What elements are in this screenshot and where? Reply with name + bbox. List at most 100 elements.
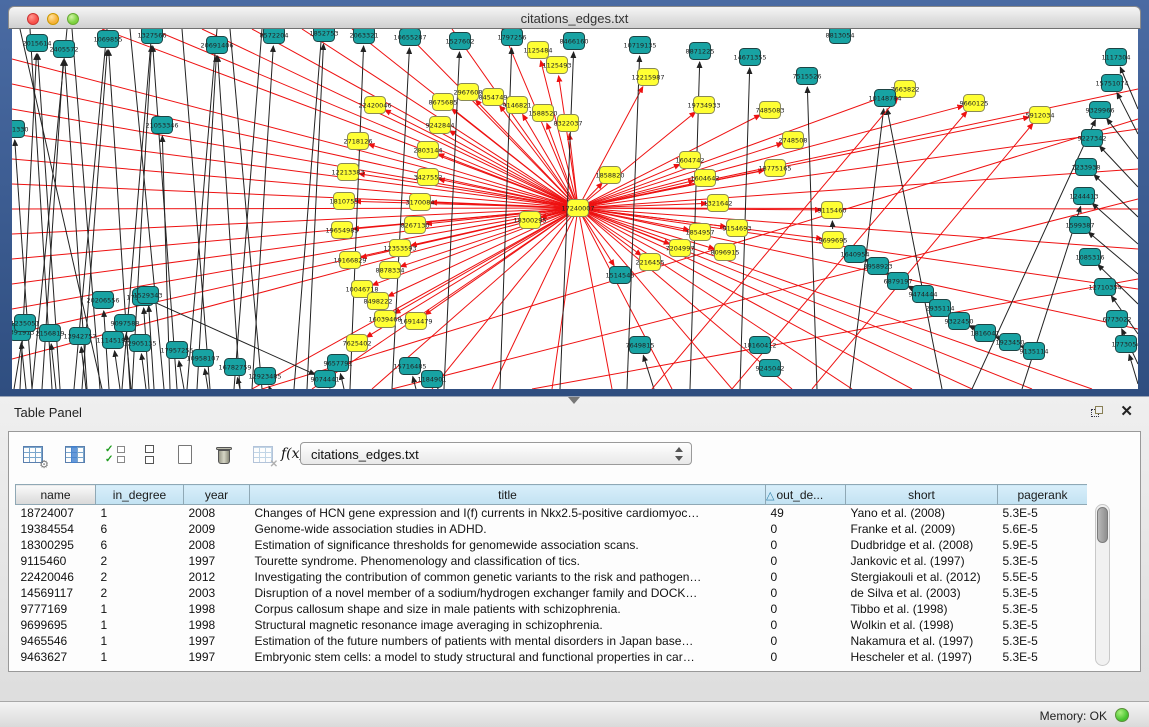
table-cell[interactable]: 2008 (184, 537, 250, 553)
vertical-scrollbar[interactable] (1095, 504, 1110, 666)
table-cell[interactable]: Genome-wide association studies in ADHD. (250, 521, 766, 537)
graph-node[interactable]: 9135114 (1020, 343, 1049, 360)
graph-node[interactable]: 1640954 (841, 246, 870, 263)
graph-node[interactable]: 1069855 (94, 31, 123, 48)
table-cell[interactable]: Investigating the contribution of common… (250, 569, 766, 585)
table-cell[interactable]: 0 (766, 617, 846, 633)
graph-node[interactable]: 1529343 (134, 287, 163, 304)
graph-node[interactable]: 1117304 (1102, 49, 1131, 66)
scrollbar-thumb[interactable] (1097, 507, 1108, 543)
graph-node[interactable]: 9699695 (819, 232, 848, 249)
table-row[interactable]: 1938455462009Genome-wide association stu… (16, 521, 1088, 537)
table-cell[interactable]: Embryonic stem cells: a model to study s… (250, 649, 766, 665)
table-cell[interactable]: Tourette syndrome. Phenomenology and cla… (250, 553, 766, 569)
table-cell[interactable]: 2 (96, 569, 184, 585)
graph-node[interactable]: 1854957 (686, 224, 715, 241)
table-cell[interactable]: Changes of HCN gene expression and I(f) … (250, 505, 766, 521)
graph-node[interactable]: 7625402 (343, 335, 372, 352)
table-cell[interactable]: Estimation of significance thresholds fo… (250, 537, 766, 553)
graph-node[interactable]: 1244413 (1070, 188, 1099, 205)
table-cell[interactable]: 2 (96, 585, 184, 601)
table-cell[interactable]: 18300295 (16, 537, 96, 553)
table-cell[interactable]: 0 (766, 521, 846, 537)
graph-node[interactable]: 8267130 (401, 217, 430, 234)
close-panel-icon[interactable]: ✕ (1120, 402, 1133, 420)
table-cell[interactable]: 0 (766, 585, 846, 601)
table-cell[interactable]: 5.3E-5 (998, 617, 1088, 633)
graph-node[interactable]: 3427552 (414, 169, 443, 186)
table-cell[interactable]: 18724007 (16, 505, 96, 521)
table-cell[interactable]: 14569117 (16, 585, 96, 601)
graph-node[interactable]: 1527602 (446, 33, 475, 50)
graph-node[interactable]: 6773022 (1103, 311, 1132, 328)
graph-node[interactable]: 9074441 (311, 371, 340, 388)
table-cell[interactable]: 6 (96, 537, 184, 553)
splitter-handle-icon[interactable] (568, 397, 580, 404)
graph-node[interactable]: 8572204 (260, 29, 289, 44)
float-panel-icon[interactable] (1091, 406, 1105, 418)
delete-rows-icon[interactable] (211, 442, 237, 468)
table-cell[interactable]: de Silva et al. (2003) (846, 585, 998, 601)
graph-node[interactable]: 8958923 (864, 258, 893, 275)
graph-node[interactable]: 8878334 (376, 262, 405, 279)
table-cell[interactable]: 6 (96, 521, 184, 537)
selection-mode-icon[interactable]: ✓✓ (103, 442, 129, 468)
table-cell[interactable]: 2009 (184, 521, 250, 537)
graph-node[interactable]: 1125484 (524, 42, 553, 59)
graph-node[interactable]: 1604642 (691, 170, 720, 187)
table-row[interactable]: 1872400712008Changes of HCN gene express… (16, 505, 1088, 521)
graph-node[interactable]: 9154693 (723, 220, 752, 237)
graph-node[interactable]: 7485083 (756, 102, 785, 119)
graph-node[interactable]: 9322450 (945, 313, 974, 330)
graph-node[interactable]: 10655287 (393, 29, 426, 46)
graph-node[interactable]: 16039468 (368, 311, 401, 328)
graph-node[interactable]: 19734933 (687, 97, 720, 114)
table-cell[interactable]: 0 (766, 537, 846, 553)
graph-node[interactable]: 9115460 (818, 202, 847, 219)
table-row[interactable]: 2242004622012Investigating the contribut… (16, 569, 1088, 585)
column-header-out_de[interactable]: △out_de... (766, 485, 846, 505)
table-cell[interactable]: Corpus callosum shape and size in male p… (250, 601, 766, 617)
table-cell[interactable]: Yano et al. (2008) (846, 505, 998, 521)
table-cell[interactable]: 5.3E-5 (998, 633, 1088, 649)
graph-node[interactable]: 2718126 (344, 133, 373, 150)
network-window-titlebar[interactable]: citations_edges.txt (8, 6, 1141, 29)
graph-node[interactable]: 7515526 (793, 68, 822, 85)
table-cell[interactable]: 0 (766, 649, 846, 665)
table-cell[interactable]: 1997 (184, 553, 250, 569)
table-row[interactable]: 946554611997Estimation of the future num… (16, 633, 1088, 649)
table-cell[interactable]: 19384554 (16, 521, 96, 537)
graph-node[interactable]: 12215987 (631, 69, 664, 86)
table-cell[interactable]: 2003 (184, 585, 250, 601)
table-cell[interactable]: Nakamura et al. (1997) (846, 633, 998, 649)
column-header-short[interactable]: short (846, 485, 998, 505)
graph-node[interactable]: 1852753 (310, 29, 339, 42)
graph-node[interactable]: 9660125 (960, 95, 989, 112)
table-cell[interactable]: Estimation of the future numbers of pati… (250, 633, 766, 649)
graph-node[interactable]: 1773054 (1112, 336, 1138, 353)
table-cell[interactable]: 5.3E-5 (998, 553, 1088, 569)
graph-node[interactable]: 2015614 (23, 35, 52, 52)
column-header-pagerank[interactable]: pagerank (998, 485, 1088, 505)
table-cell[interactable]: 1997 (184, 633, 250, 649)
graph-node[interactable]: 18160412 (743, 337, 776, 354)
table-cell[interactable]: 0 (766, 553, 846, 569)
graph-node[interactable]: 7204997 (666, 240, 695, 257)
graph-node[interactable]: 8466160 (560, 33, 589, 50)
table-row[interactable]: 1830029562008Estimation of significance … (16, 537, 1088, 553)
graph-node[interactable]: 2063321 (350, 29, 379, 44)
table-settings-icon[interactable]: ⚙ (21, 442, 47, 468)
graph-node[interactable]: 2405572 (50, 41, 79, 58)
table-cell[interactable]: 9463627 (16, 649, 96, 665)
table-cell[interactable]: 0 (766, 601, 846, 617)
table-cell[interactable]: Dudbridge et al. (2008) (846, 537, 998, 553)
graph-node[interactable]: 1125493 (543, 57, 572, 74)
table-cell[interactable]: 9699695 (16, 617, 96, 633)
graph-node[interactable]: 9242844 (426, 117, 455, 134)
graph-node[interactable]: 14671355 (733, 49, 766, 66)
table-cell[interactable]: Wolkin et al. (1998) (846, 617, 998, 633)
graph-node[interactable]: 15716485 (393, 358, 426, 375)
graph-node[interactable]: 1599387 (1066, 217, 1095, 234)
graph-node[interactable]: 2803144 (414, 142, 443, 159)
table-cell[interactable]: 1998 (184, 601, 250, 617)
